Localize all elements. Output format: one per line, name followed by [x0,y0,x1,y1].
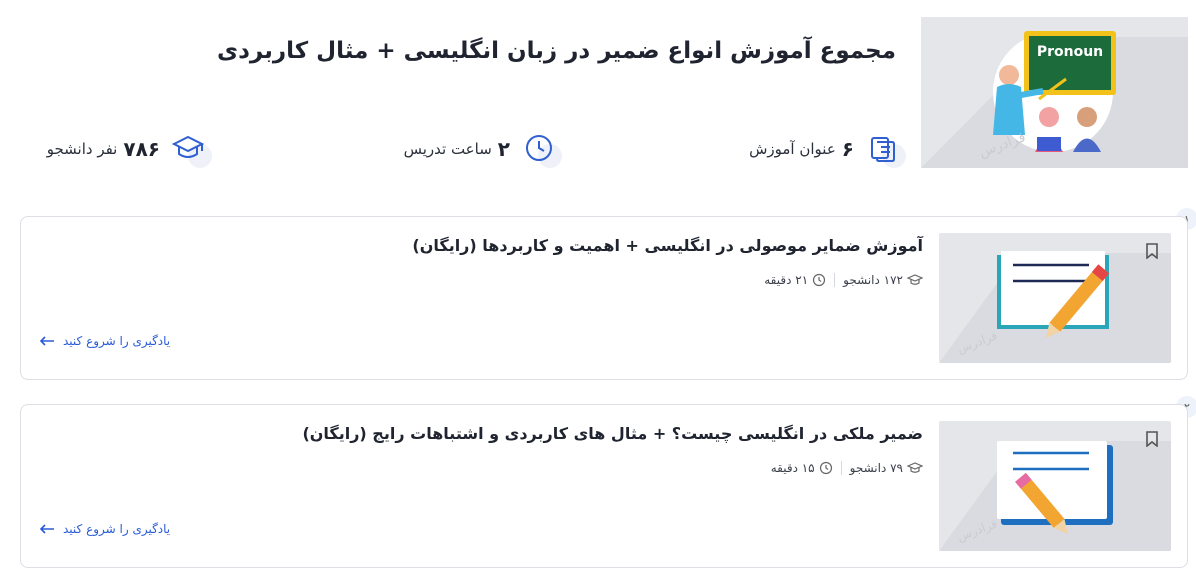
lesson-duration: ۲۱ دقیقه [764,273,809,287]
cover-board-text: Pronoun [1037,44,1103,60]
graduation-cap-icon [907,462,923,473]
stat-students-label: نفر دانشجو [46,140,118,158]
lesson-thumbnail: فرادرس [939,233,1171,363]
lesson-card[interactable]: فرادرس ضمیر ملکی در انگلیسی چیست؟ + مثال… [20,404,1188,568]
arrow-left-icon [39,524,54,534]
meta-divider [834,273,836,287]
stat-lessons: ۶ عنوان آموزش [749,132,906,168]
start-learning-label: یادگیری را شروع کنید [63,522,171,536]
bookmark-icon[interactable] [1145,243,1159,263]
stat-students: ۷۸۶ نفر دانشجو [46,132,212,168]
lesson-meta: ۷۹ دانشجو ۱۵ دقیقه [771,461,923,475]
course-cover-image: Pronoun فرادرس [921,17,1188,168]
stat-hours-label: ساعت تدریس [403,140,492,158]
stat-lessons-value: ۶ [841,137,854,161]
bookmark-icon[interactable] [1145,431,1159,451]
book-icon [862,132,906,168]
graduation-cap-icon [168,132,212,168]
lesson-title[interactable]: آموزش ضمایر موصولی در انگلیسی + اهمیت و … [412,236,923,255]
start-learning-link[interactable]: یادگیری را شروع کنید [39,334,170,348]
page-title: مجموع آموزش انواع ضمیر در زبان انگلیسی +… [217,38,896,64]
lesson-students: ۱۷۲ دانشجو [843,273,903,287]
stat-hours-value: ۲ [497,137,510,161]
meta-divider [840,461,842,475]
clock-icon [819,461,832,475]
lesson-thumbnail: فرادرس [939,421,1171,551]
stat-hours: ۲ ساعت تدریس [403,132,562,168]
stat-lessons-label: عنوان آموزش [749,140,836,158]
clock-icon [813,273,826,287]
clock-icon [518,132,562,168]
lesson-meta: ۱۷۲ دانشجو ۲۱ دقیقه [764,273,923,287]
start-learning-label: یادگیری را شروع کنید [63,334,171,348]
graduation-cap-icon [907,274,923,285]
lesson-duration: ۱۵ دقیقه [770,461,815,475]
lesson-students: ۷۹ دانشجو [849,461,903,475]
start-learning-link[interactable]: یادگیری را شروع کنید [39,522,170,536]
lesson-title[interactable]: ضمیر ملکی در انگلیسی چیست؟ + مثال های کا… [302,424,923,443]
arrow-left-icon [39,336,54,346]
lesson-card[interactable]: فرادرس آموزش ضمایر موصولی در انگلیسی + ا… [20,216,1188,380]
stat-students-value: ۷۸۶ [123,137,160,161]
